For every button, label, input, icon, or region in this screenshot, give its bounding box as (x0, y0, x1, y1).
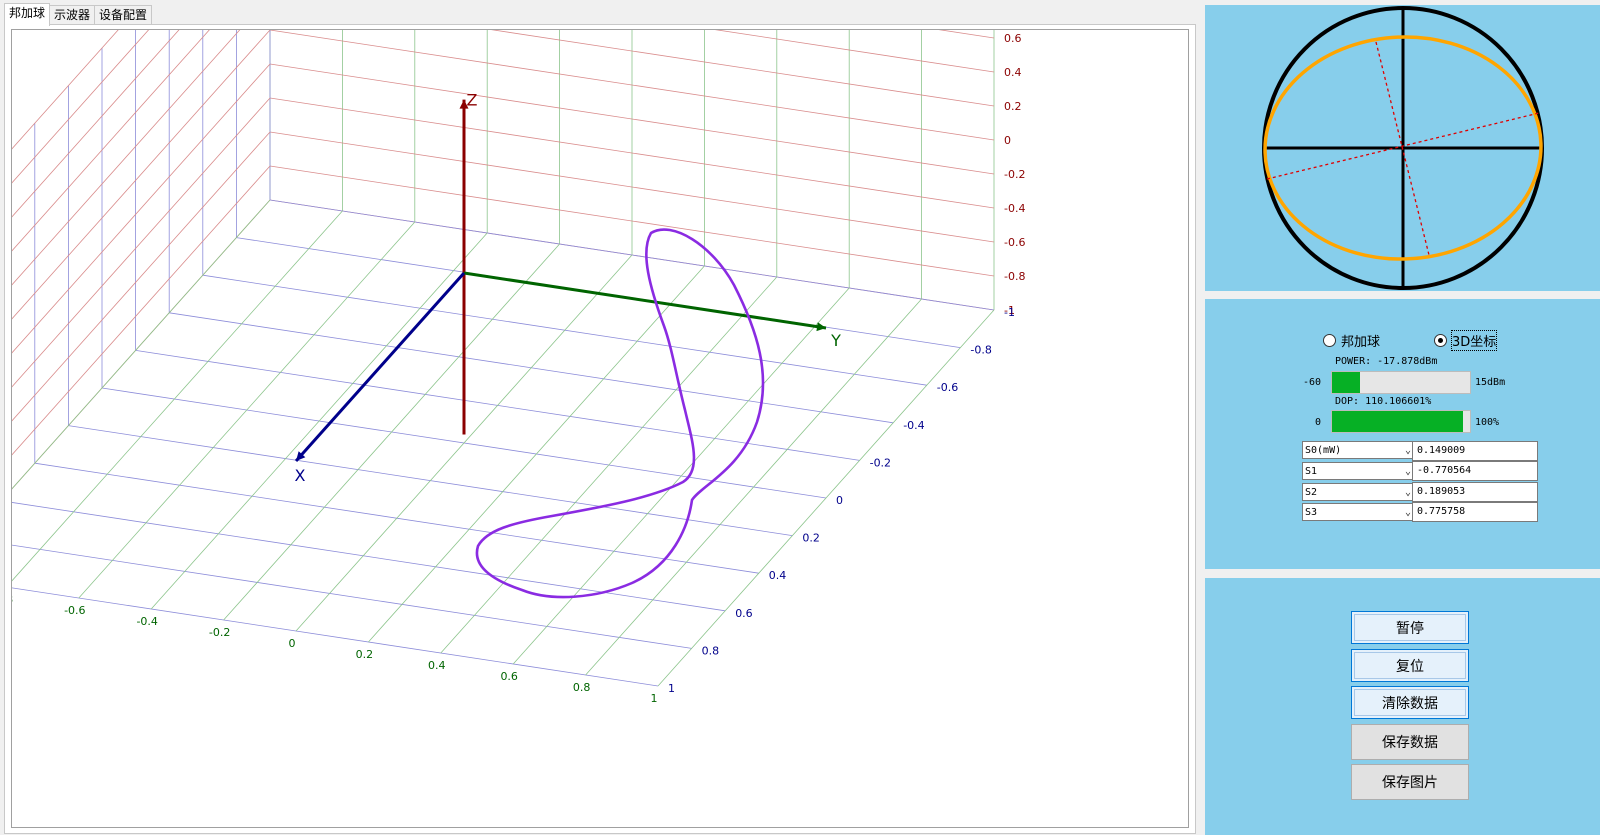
grid-line (12, 30, 119, 150)
z-tick-label: 0.4 (1004, 66, 1022, 79)
y-tick-label: 0.8 (573, 681, 591, 694)
plot-area[interactable]: 10.80.60.40.20-0.2-0.4-0.6-0.8-1-1-0.8-0… (11, 29, 1189, 828)
grid-line (12, 30, 271, 320)
y-tick-label: -0.2 (209, 626, 230, 639)
x-axis (294, 272, 466, 462)
x-tick-label: -0.2 (870, 456, 891, 469)
dop-min-label: 0 (1315, 417, 1322, 428)
dop-bar-fill (1332, 411, 1464, 432)
dop-bar (1331, 410, 1471, 433)
measurement-panel: 邦加球 3D坐标 POWER: -17.878dBm -60 15dBm DOP… (1205, 299, 1600, 569)
grid-line (12, 30, 180, 218)
reset-button[interactable]: 复位 (1351, 649, 1469, 682)
x-tick-label: -0.4 (903, 419, 924, 432)
grid-line (12, 165, 271, 456)
grid-line (12, 30, 241, 286)
tab-bar: 邦加球 示波器 设备配置 (4, 3, 153, 26)
param-value-s0[interactable]: 0.149009 (1412, 441, 1538, 461)
grid-line (12, 502, 726, 612)
chevron-down-icon: ⌄ (1404, 487, 1411, 498)
x-tick-label: 0 (836, 494, 843, 507)
power-bar-fill (1332, 372, 1360, 393)
x-tick-label: -0.6 (937, 381, 958, 394)
y-tick-label: 0.6 (500, 670, 518, 683)
z-tick-label: -0.2 (1004, 168, 1025, 181)
action-panel: 暂停 复位 清除数据 保存数据 保存图片 (1205, 578, 1600, 835)
tab-poincare[interactable]: 邦加球 (4, 3, 51, 26)
z-axis-label: Z (467, 91, 478, 110)
mode-radio-3d[interactable]: 3D坐标 (1434, 330, 1498, 351)
radio-selected-icon (1434, 334, 1447, 347)
grid-line (657, 309, 995, 687)
dop-max-label: 100% (1475, 417, 1500, 428)
y-tick-label: 0.2 (356, 648, 374, 661)
param-select-s3[interactable]: S3 ⌄ (1302, 503, 1418, 521)
mode-radio-poincare[interactable]: 邦加球 (1323, 331, 1380, 350)
y-tick-label: -0.4 (136, 615, 157, 628)
y-axis (463, 271, 827, 330)
grid-line (440, 276, 778, 654)
grid-line (585, 298, 922, 676)
polarization-ellipse-view (1262, 6, 1544, 290)
power-max-label: 15dBm (1475, 377, 1506, 388)
z-tick-label: 0 (1004, 134, 1011, 147)
power-bar (1331, 371, 1471, 394)
chevron-down-icon: ⌄ (1404, 466, 1411, 477)
grid-line (512, 287, 850, 665)
power-label: POWER: -17.878dBm (1335, 356, 1438, 367)
dop-label: DOP: 110.106601% (1335, 396, 1432, 407)
x-tick-label: 0.2 (802, 532, 820, 545)
tab-device-config[interactable]: 设备配置 (94, 5, 153, 25)
grid-line (12, 63, 271, 354)
tab-oscilloscope[interactable]: 示波器 (49, 5, 96, 25)
z-tick-label: -0.4 (1004, 202, 1025, 215)
grid-line (78, 221, 416, 599)
y-tick-label: 0.4 (428, 659, 446, 672)
grid-line (12, 131, 271, 422)
polarization-ellipse-panel (1205, 5, 1600, 291)
radio-icon (1323, 334, 1336, 347)
param-select-s1[interactable]: S1 ⌄ (1302, 462, 1418, 480)
x-tick-label: 0.6 (735, 607, 753, 620)
grid-line (12, 30, 150, 184)
z-tick-label: 0.6 (1004, 32, 1022, 45)
grid-line (12, 30, 210, 252)
x-axis-label: X (295, 466, 306, 485)
param-value-s2[interactable]: 0.189053 (1412, 482, 1538, 502)
save-data-button[interactable]: 保存数据 (1351, 724, 1469, 760)
grid-line (12, 587, 659, 687)
x-tick-label: 1 (668, 682, 675, 695)
z-tick-label: -0.6 (1004, 236, 1025, 249)
clear-data-button[interactable]: 清除数据 (1351, 686, 1469, 719)
tab-panel: 10.80.60.40.20-0.2-0.4-0.6-0.8-1-1-0.8-0… (4, 24, 1196, 834)
3d-plot[interactable]: 10.80.60.40.20-0.2-0.4-0.6-0.8-1-1-0.8-0… (12, 30, 1188, 827)
save-image-button[interactable]: 保存图片 (1351, 764, 1469, 800)
y-axis-label: Y (830, 331, 841, 350)
x-tick-label: 0.4 (769, 569, 787, 582)
grid-line (12, 544, 692, 649)
x-tick-label: -0.8 (970, 344, 991, 357)
chevron-down-icon: ⌄ (1404, 445, 1411, 456)
x-tick-label: -1 (1004, 306, 1015, 319)
param-value-s1[interactable]: -0.770564 (1412, 461, 1538, 481)
pause-button[interactable]: 暂停 (1351, 611, 1469, 644)
z-tick-label: -0.8 (1004, 270, 1025, 283)
grid-line (12, 97, 271, 388)
y-tick-label: -0.6 (64, 604, 85, 617)
power-min-label: -60 (1303, 377, 1322, 388)
x-tick-label: 0.8 (702, 644, 720, 657)
y-tick-label: 0 (289, 637, 296, 650)
param-value-s3[interactable]: 0.775758 (1412, 502, 1538, 522)
y-tick-label: -0.8 (12, 593, 13, 606)
grid-line (150, 232, 488, 610)
polarization-trace (475, 228, 765, 599)
chevron-down-icon: ⌄ (1404, 507, 1411, 518)
z-tick-label: 0.2 (1004, 100, 1022, 113)
param-select-s0[interactable]: S0(mW) ⌄ (1302, 441, 1418, 459)
param-select-s2[interactable]: S2 ⌄ (1302, 483, 1418, 501)
y-tick-label: 1 (651, 692, 658, 705)
grid-line (223, 243, 560, 621)
